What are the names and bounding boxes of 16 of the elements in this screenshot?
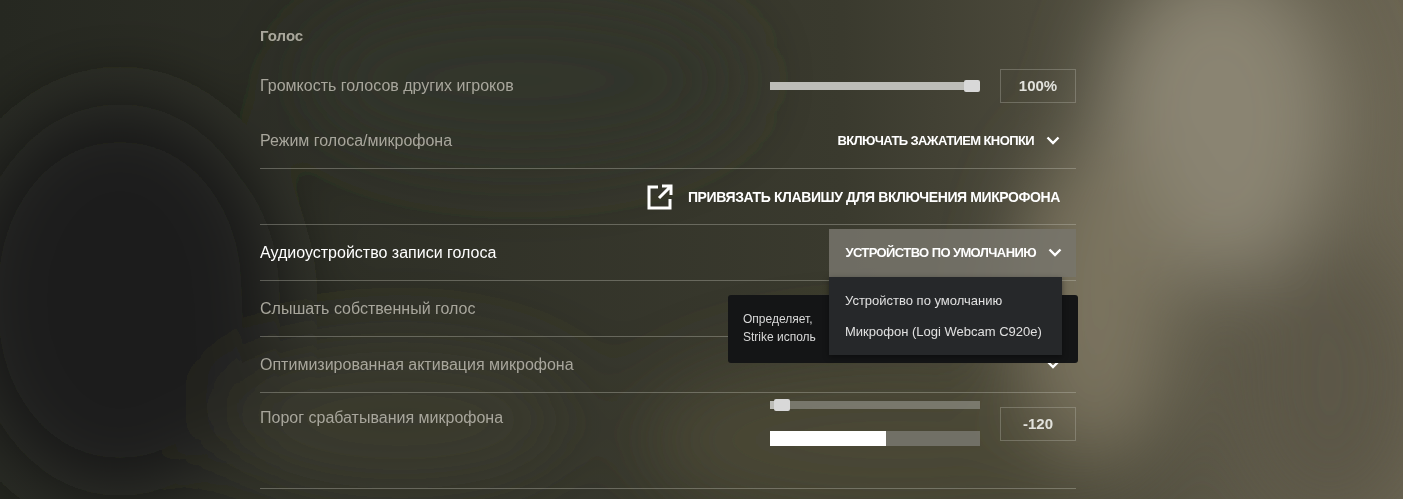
setting-label: Оптимизированная активация микрофона bbox=[260, 355, 574, 374]
dropdown[interactable]: УСТРОЙСТВО ПО УМОЛЧАНИЮ bbox=[829, 228, 1076, 277]
dropdown[interactable]: ВКЛЮЧАТЬ ЗАЖАТИЕМ КНОПКИ bbox=[825, 116, 1074, 165]
value-field[interactable]: -120 bbox=[1000, 406, 1076, 441]
section-heading: Голос bbox=[260, 27, 305, 46]
tooltip-text: Определяет, bbox=[743, 311, 813, 328]
setting-label: Аудиоустройство записи голоса bbox=[260, 243, 497, 262]
tooltip-text: Strike исполь bbox=[743, 329, 816, 346]
setting-label: Порог срабатывания микрофона bbox=[260, 409, 504, 427]
dropdown-option[interactable]: Устройство по умолчанию bbox=[829, 284, 1062, 316]
setting-label: Громкость голосов других игроков bbox=[260, 76, 514, 95]
setting-label: Режим голоса/микрофона bbox=[260, 131, 453, 150]
value-field[interactable]: 100% bbox=[1000, 68, 1076, 103]
bind-key-link[interactable]: ПРИВЯЗАТЬ КЛАВИШУ ДЛЯ ВКЛЮЧЕНИЯ МИКРОФОНА bbox=[645, 182, 1060, 211]
dropdown-option[interactable]: Микрофон (Logi Webcam C920e) bbox=[829, 315, 1062, 347]
setting-label: Слышать собственный голос bbox=[260, 299, 476, 318]
